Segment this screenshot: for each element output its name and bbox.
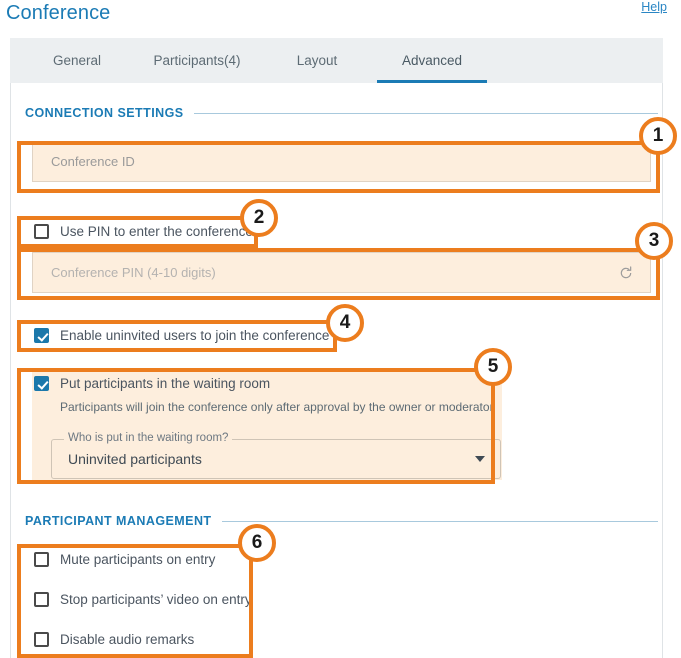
tab-participants[interactable]: Participants(4) [132,38,262,83]
stop-video-on-entry-checkbox[interactable] [34,592,49,607]
disable-audio-remarks-checkbox[interactable] [34,632,49,647]
section-divider [221,520,658,522]
enable-uninvited-checkbox-row[interactable]: Enable uninvited users to join the confe… [34,328,329,343]
annotation-badge-3: 3 [635,222,673,260]
tab-layout[interactable]: Layout [276,38,358,83]
section-header-connection-settings: CONNECTION SETTINGS [25,106,658,120]
use-pin-checkbox[interactable] [34,224,49,239]
section-header-participant-management: PARTICIPANT MANAGEMENT [25,514,658,528]
chevron-down-icon[interactable] [475,456,485,462]
conference-pin-placeholder: Conference PIN (4-10 digits) [51,265,216,280]
refresh-icon[interactable] [618,265,634,281]
section-title: PARTICIPANT MANAGEMENT [25,514,212,528]
use-pin-checkbox-row[interactable]: Use PIN to enter the conference [34,224,253,239]
enable-uninvited-checkbox[interactable] [34,328,49,343]
help-link[interactable]: Help [641,0,667,14]
waiting-room-hint: Participants will join the conference on… [60,400,494,414]
stop-video-on-entry-checkbox-row[interactable]: Stop participants’ video on entry [34,592,252,607]
annotation-badge-5: 5 [474,348,512,386]
mute-on-entry-checkbox[interactable] [34,552,49,567]
waiting-room-who-value: Uninvited participants [68,451,202,467]
annotation-badge-4: 4 [326,304,364,342]
mute-on-entry-label: Mute participants on entry [60,552,216,567]
annotation-badge-1: 1 [639,117,677,155]
mute-on-entry-checkbox-row[interactable]: Mute participants on entry [34,552,215,567]
tab-general[interactable]: General [36,38,118,83]
tab-label: General [52,53,102,68]
waiting-room-checkbox-row[interactable]: Put participants in the waiting room [34,376,270,391]
tab-label: Participants(4) [153,53,241,68]
section-divider [193,112,658,114]
conference-pin-input[interactable]: Conference PIN (4-10 digits) [32,252,651,293]
page-header: Conference Help [0,0,681,38]
disable-audio-remarks-checkbox-row[interactable]: Disable audio remarks [34,632,194,647]
tab-advanced[interactable]: Advanced [367,38,497,83]
tab-label: Layout [296,53,338,68]
section-title: CONNECTION SETTINGS [25,106,184,120]
tab-bar: General Participants(4) Layout Advanced [10,38,663,83]
conference-id-input[interactable]: Conference ID [32,141,651,182]
stop-video-on-entry-label: Stop participants’ video on entry [60,592,252,607]
advanced-tab-content: CONNECTION SETTINGS Conference ID Use PI… [10,83,663,658]
enable-uninvited-label: Enable uninvited users to join the confe… [60,328,330,343]
waiting-room-label: Put participants in the waiting room [60,376,271,391]
waiting-room-who-label: Who is put in the waiting room? [64,432,233,444]
page-title: Conference [6,2,111,24]
waiting-room-checkbox[interactable] [34,376,49,391]
conference-id-placeholder: Conference ID [51,154,135,169]
use-pin-label: Use PIN to enter the conference [60,224,253,239]
annotation-badge-2: 2 [240,199,278,237]
annotation-badge-6: 6 [238,524,276,562]
disable-audio-remarks-label: Disable audio remarks [60,632,195,647]
waiting-room-who-select[interactable]: Who is put in the waiting room? Uninvite… [51,432,501,479]
tab-label: Advanced [401,53,463,68]
